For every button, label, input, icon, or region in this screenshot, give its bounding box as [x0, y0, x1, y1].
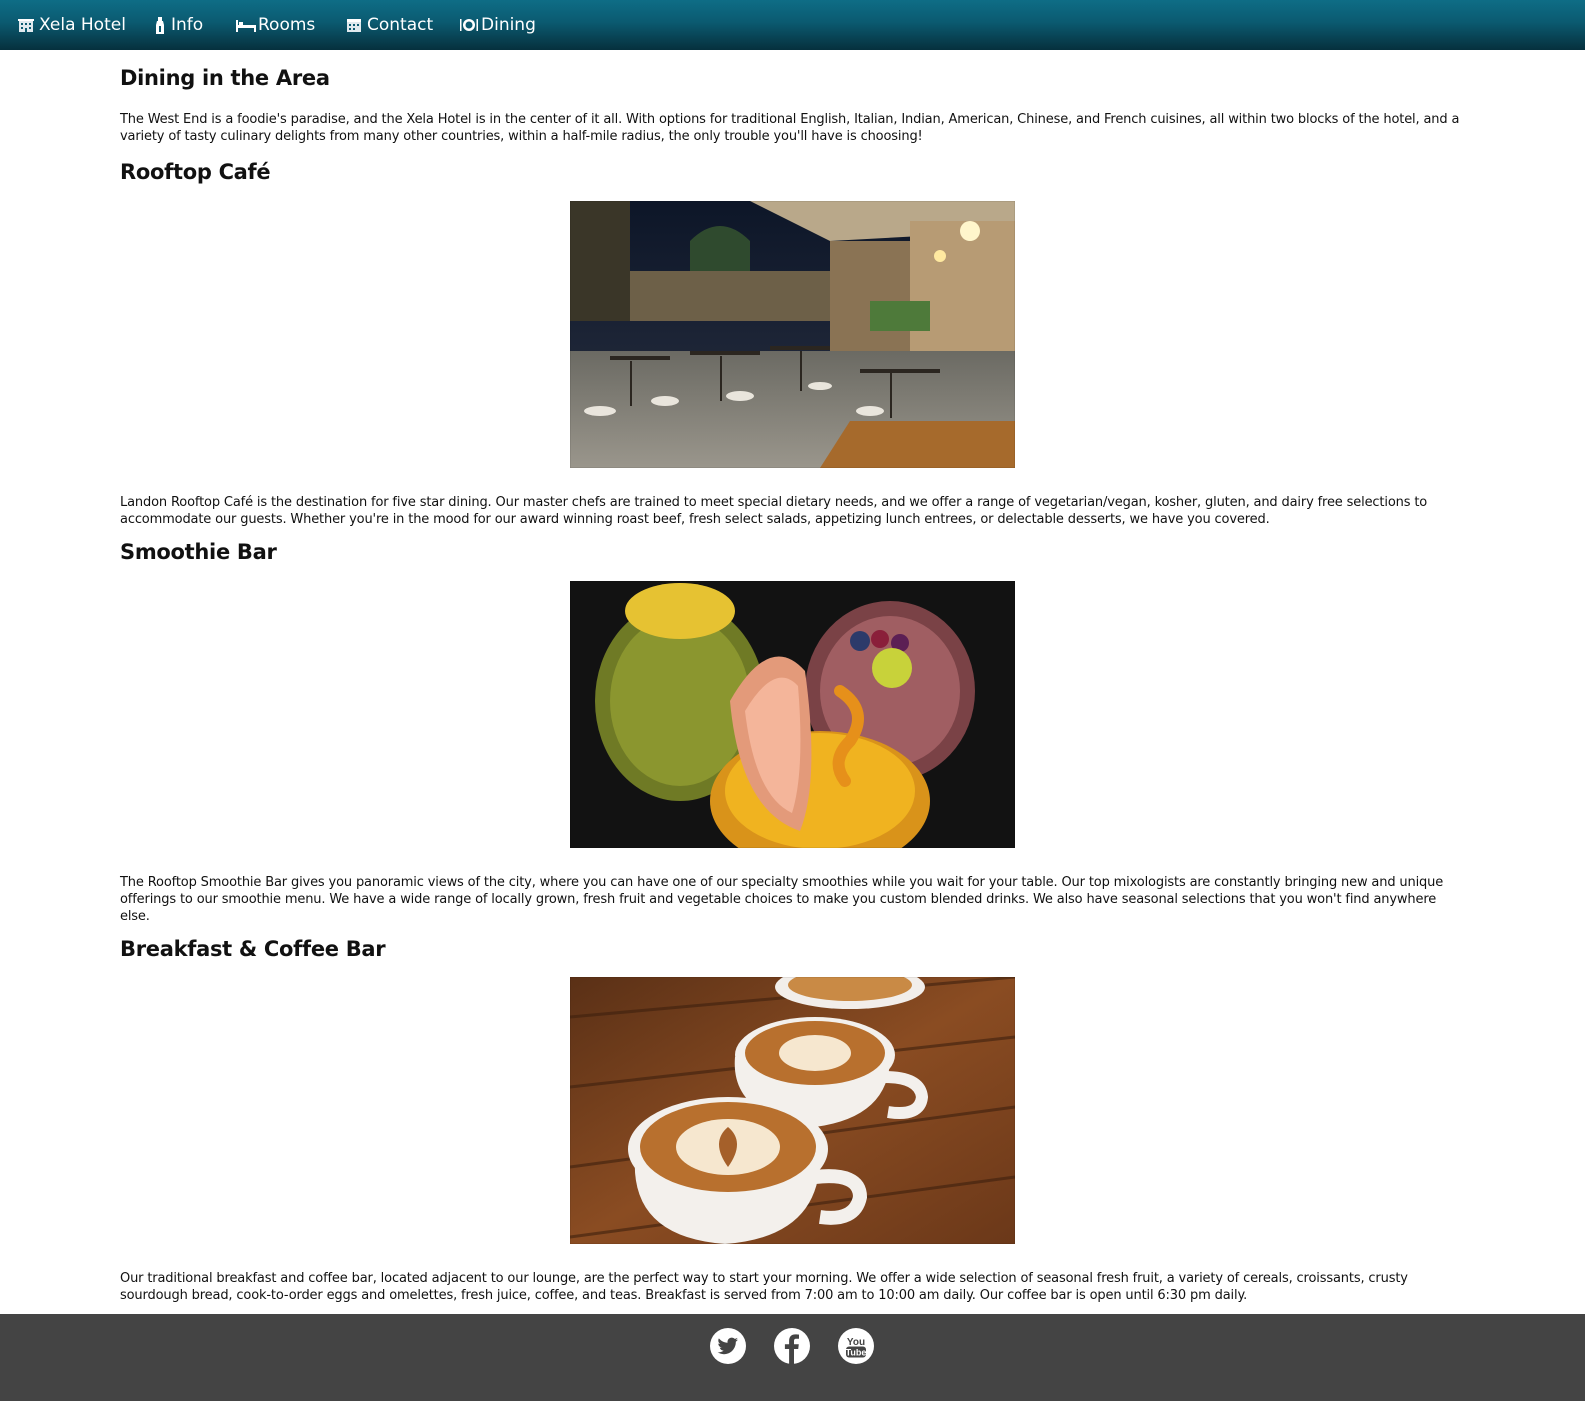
hotel-icon	[18, 17, 34, 33]
facebook-icon	[774, 1328, 810, 1364]
section-paragraph: The Rooftop Smoothie Bar gives you panor…	[120, 875, 1444, 924]
youtube-link[interactable]: You Tube	[837, 1327, 875, 1365]
nav-item-contact-label: Contact	[367, 15, 434, 35]
nav-brand-link[interactable]: Xela Hotel	[18, 0, 126, 50]
section-breakfast-coffee-bar: Breakfast & Coffee Bar Our traditional b…	[120, 935, 1465, 1303]
info-bottle-icon	[154, 17, 166, 34]
section-rooftop-cafe: Rooftop Café Landon Rooftop Café is the …	[120, 158, 1465, 527]
youtube-icon: You Tube	[838, 1328, 874, 1364]
intro-paragraph: The West End is a foodie's paradise, and…	[120, 112, 1460, 144]
twitter-link[interactable]	[709, 1327, 747, 1365]
calendar-icon	[346, 17, 362, 33]
bed-icon	[236, 17, 256, 33]
nav-item-info[interactable]: Info	[154, 0, 203, 50]
top-nav-bar: Xela Hotel Info Rooms Contact Dining	[0, 0, 1585, 50]
youtube-label-bottom: Tube	[846, 1348, 867, 1358]
page-title: Dining in the Area	[120, 66, 330, 90]
nav-item-rooms-label: Rooms	[258, 15, 316, 35]
main-content: Dining in the Area The West End is a foo…	[120, 50, 1465, 145]
nav-item-contact[interactable]: Contact	[346, 0, 433, 50]
section-paragraph: Our traditional breakfast and coffee bar…	[120, 1271, 1408, 1303]
youtube-label-top: You	[847, 1337, 865, 1348]
coffee-bar-photo	[570, 977, 1015, 1244]
section-heading: Rooftop Café	[120, 160, 271, 184]
section-smoothie-bar: Smoothie Bar The Rooftop Smoothie Bar gi…	[120, 538, 1465, 924]
twitter-icon	[710, 1328, 746, 1364]
footer: You Tube	[0, 1314, 1585, 1401]
nav-item-dining-label: Dining	[481, 15, 536, 35]
nav-item-rooms[interactable]: Rooms	[236, 0, 315, 50]
section-paragraph: Landon Rooftop Café is the destination f…	[120, 495, 1428, 527]
facebook-link[interactable]	[773, 1327, 811, 1365]
section-heading: Breakfast & Coffee Bar	[120, 937, 386, 961]
section-heading: Smoothie Bar	[120, 540, 277, 564]
rooftop-cafe-photo	[570, 201, 1015, 468]
plate-icon	[460, 17, 478, 33]
nav-brand-label: Xela Hotel	[39, 15, 126, 35]
nav-item-dining[interactable]: Dining	[460, 0, 536, 50]
smoothie-bar-photo	[570, 581, 1015, 848]
nav-item-info-label: Info	[171, 15, 204, 35]
